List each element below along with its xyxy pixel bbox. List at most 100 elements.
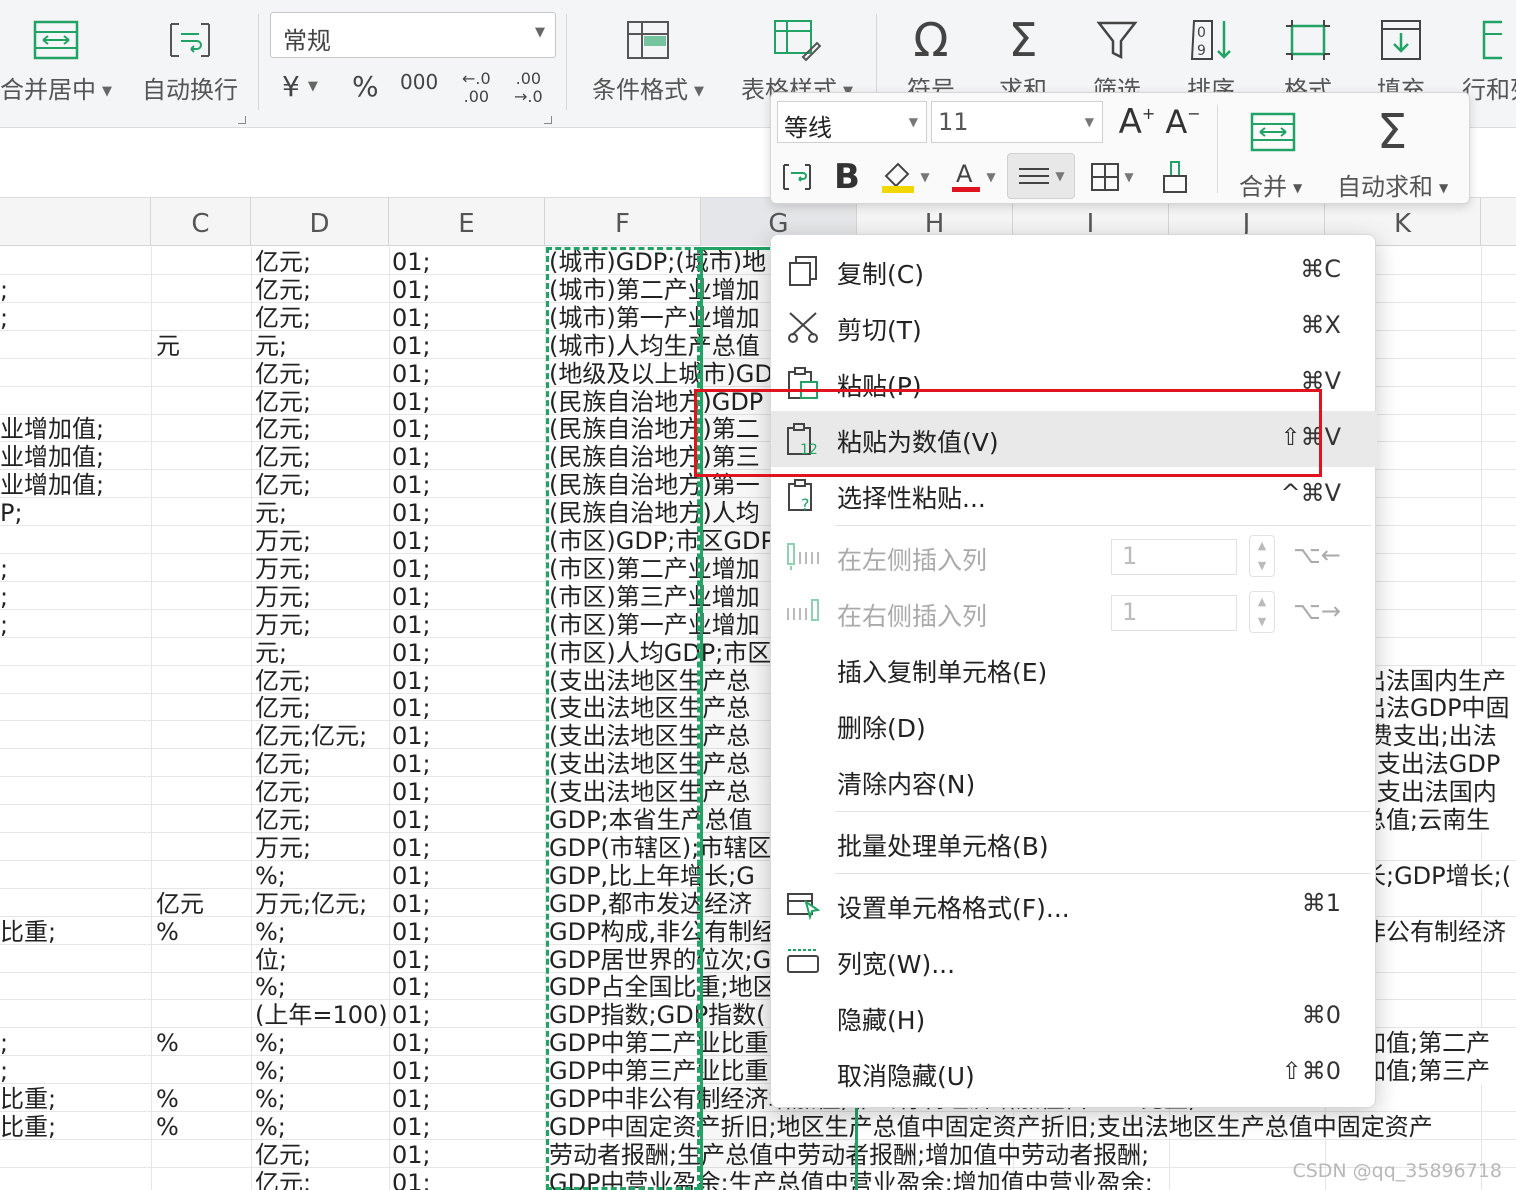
cell-b[interactable] [0,387,150,415]
cell-c[interactable] [156,275,250,303]
cell-e[interactable]: 01; [392,972,544,1000]
cell-c[interactable] [156,805,250,833]
sort-button[interactable]: 09 排序 [1176,10,1246,105]
cell-d[interactable]: %; [255,1112,388,1140]
bold-icon[interactable]: B [827,155,867,199]
cell-j-overflow[interactable]: 出法国内生产 [1362,665,1516,695]
decrease-font-icon[interactable]: A − [1163,101,1203,143]
cell-c[interactable] [156,303,250,331]
cell-d[interactable]: 亿元; [255,359,388,387]
dialog-launcher-icon[interactable] [544,116,552,124]
cell-c[interactable] [156,414,250,442]
cell-d[interactable]: %; [255,1056,388,1084]
cell-c[interactable] [156,1168,250,1190]
cell-b[interactable] [0,693,150,721]
cell-d[interactable]: (上年=100) [255,1000,388,1028]
cell-d[interactable]: 位; [255,945,388,973]
cell-e[interactable]: 01; [392,777,544,805]
borders-button[interactable]: ▼ [1083,155,1141,199]
cell-e[interactable]: 01; [392,275,544,303]
format-button[interactable]: 格式 [1270,10,1346,105]
merge-icon[interactable] [1243,109,1303,155]
cell-e[interactable]: 01; [392,861,544,889]
cell-c[interactable]: 元 [156,331,250,359]
cell-c[interactable] [156,861,250,889]
wrap-text-icon[interactable] [777,155,817,199]
filter-button[interactable]: 筛选 [1082,10,1152,105]
cell-b[interactable] [0,833,150,861]
vertical-align-button[interactable]: ▼ [1007,153,1075,199]
cell-b[interactable] [0,721,150,749]
cell-b[interactable]: P; [0,498,150,526]
cell-d[interactable]: 亿元; [255,275,388,303]
cell-c[interactable] [156,359,250,387]
menu-item-cut[interactable]: 剪切(T) ⌘X [771,299,1377,355]
cell-e[interactable]: 01; [392,1000,544,1028]
cell-c[interactable] [156,610,250,638]
menu-item-insert-left[interactable]: 在左侧插入列 1 ▲ ▼ ⌥← [771,529,1377,585]
cell-j-overflow[interactable]: 非公有制经济 [1362,916,1516,946]
cell-c[interactable]: % [156,1112,250,1140]
cell-c[interactable] [156,582,250,610]
cell-e[interactable]: 01; [392,638,544,666]
insert-right-count-input[interactable]: 1 [1111,595,1237,631]
cell-b[interactable] [0,777,150,805]
cell-j-overflow[interactable]: i费支出;出法 [1362,721,1516,750]
menu-item-clear[interactable]: 清除内容(N) [771,753,1377,809]
cell-b[interactable] [0,666,150,694]
cell-b[interactable] [0,247,150,275]
cell-e[interactable]: 01; [392,1028,544,1056]
cell-b[interactable]: 比重; [0,1084,150,1112]
cell-e[interactable]: 01; [392,1140,544,1168]
cell-e[interactable]: 01; [392,331,544,359]
cell-e[interactable]: 01; [392,749,544,777]
cell-c[interactable] [156,387,250,415]
cell-d[interactable]: 亿元; [255,442,388,470]
cell-d[interactable]: %; [255,917,388,945]
cell-b[interactable]: 业增加值; [0,414,150,442]
column-header-e[interactable]: E [389,198,545,246]
cell-c[interactable] [156,442,250,470]
cell-c[interactable]: 亿元 [156,889,250,917]
cell-e[interactable]: 01; [392,414,544,442]
cell-d[interactable]: %; [255,1028,388,1056]
fill-button[interactable]: 填充 [1366,10,1436,105]
cell-j-overflow[interactable]: 出法GDP中固 [1362,693,1516,722]
cell-d[interactable]: 亿元; [255,470,388,498]
cell-e[interactable]: 01; [392,582,544,610]
cell-e[interactable]: 01; [392,945,544,973]
cell-c[interactable] [156,777,250,805]
percent-button[interactable]: % [352,70,379,103]
cell-d[interactable]: 万元;亿元; [255,889,388,917]
merge-center-button[interactable]: 合并居中 ▼ [0,10,116,105]
cell-b[interactable]: ; [0,1028,150,1056]
cell-e[interactable]: 01; [392,833,544,861]
cell-e[interactable]: 01; [392,303,544,331]
conditional-format-button[interactable]: 条件格式 ▼ [588,10,708,105]
cell-c[interactable] [156,693,250,721]
cell-j-overflow[interactable]: 加值;第二产 [1362,1028,1516,1057]
cell-e[interactable]: 01; [392,359,544,387]
sigma-icon[interactable]: Σ [1367,104,1417,160]
cell-b[interactable] [0,1140,150,1168]
cell-b[interactable]: ; [0,554,150,582]
menu-item-unhide[interactable]: 取消隐藏(U) ⇧⌘0 [771,1045,1377,1101]
row-col-button[interactable]: 行和列 [1462,10,1516,105]
cell-j-overflow[interactable]: i;支出法GDP [1362,749,1516,778]
cell-b[interactable] [0,861,150,889]
cell-b[interactable] [0,638,150,666]
dialog-launcher-icon[interactable] [238,116,246,124]
cell-b[interactable] [0,331,150,359]
cell-c[interactable] [156,972,250,1000]
column-header-l[interactable] [1481,198,1516,246]
cell-d[interactable]: 元; [255,638,388,666]
cell-c[interactable] [156,638,250,666]
font-name-select[interactable]: 等线 ▼ [777,101,927,143]
cell-b[interactable] [0,1000,150,1028]
cell-d[interactable]: %; [255,972,388,1000]
column-header-d[interactable]: D [251,198,389,246]
cell-e[interactable]: 01; [392,889,544,917]
cell-d[interactable]: 亿元; [255,387,388,415]
cell-d[interactable]: 亿元; [255,1140,388,1168]
increase-decimal-button[interactable]: ←.0.00 [462,70,491,106]
